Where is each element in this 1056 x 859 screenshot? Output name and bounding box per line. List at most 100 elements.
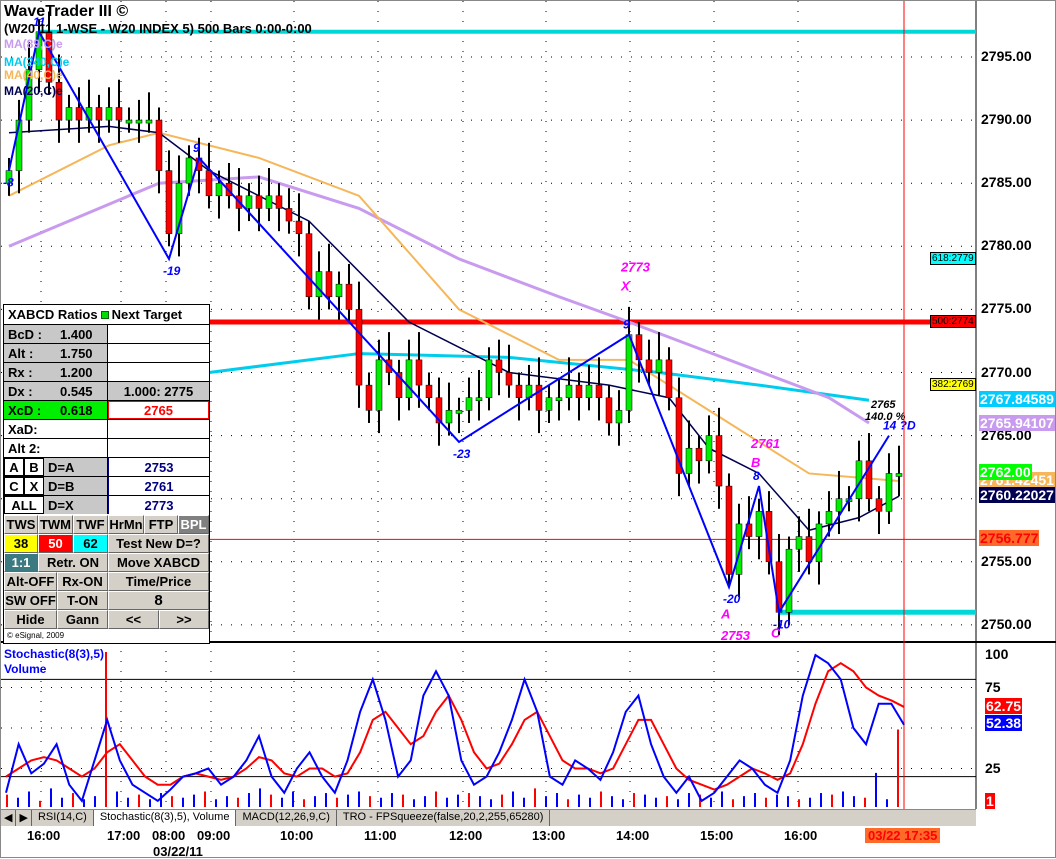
time-tick: 17:00 bbox=[107, 828, 141, 843]
tab-macd[interactable]: MACD(12,26,9,C) bbox=[236, 810, 337, 826]
candle-body bbox=[685, 447, 693, 474]
target-value: 2753 bbox=[108, 458, 209, 476]
date-label: 03/22/11 bbox=[153, 844, 203, 859]
ftp-button[interactable]: FTP bbox=[144, 515, 178, 534]
fib-38-button[interactable]: 38 bbox=[4, 534, 38, 553]
twf-button[interactable]: TWF bbox=[73, 515, 108, 534]
time-tick: 09:00 bbox=[197, 828, 231, 843]
scroll-right-button[interactable]: ▶ bbox=[16, 810, 32, 826]
candle-body bbox=[215, 182, 223, 197]
one-to-one-button[interactable]: 1:1 bbox=[4, 553, 38, 572]
bpl-button[interactable]: BPL bbox=[178, 515, 209, 534]
target-row: A B D=A 2753 bbox=[4, 457, 209, 476]
panel-title: XABCD Ratios bbox=[8, 307, 98, 322]
test-new-d-button[interactable]: Test New D=? bbox=[108, 534, 209, 553]
price-tick: 2775.00 bbox=[981, 300, 1032, 317]
time-tick: 12:00 bbox=[449, 828, 483, 843]
point-B-button[interactable]: B bbox=[24, 458, 44, 476]
candle-body bbox=[565, 384, 573, 398]
candle-body bbox=[615, 410, 623, 424]
tab-stochastic[interactable]: Stochastic(8(3),5), Volume bbox=[93, 810, 237, 826]
ratio-name: XaD: bbox=[8, 421, 38, 437]
ratio-row: Dx : 0.545 1.000: 2775 bbox=[4, 381, 209, 400]
candle-body bbox=[485, 359, 493, 398]
t-on-button[interactable]: T-ON bbox=[57, 591, 108, 610]
fib-level-label[interactable]: 382:2769 bbox=[930, 378, 976, 392]
price-tag: 2762.00 bbox=[979, 464, 1032, 481]
candle-body bbox=[265, 195, 273, 209]
stochastic-title: Stochastic(8(3),5) bbox=[4, 647, 105, 661]
candle-body bbox=[725, 485, 733, 575]
candle-body bbox=[835, 498, 843, 512]
candle-body bbox=[415, 359, 423, 386]
sw-off-button[interactable]: SW OFF bbox=[4, 591, 57, 610]
ma89-legend: MA(89,C)e bbox=[4, 37, 63, 51]
price-tag: 2767.84589 bbox=[979, 390, 1055, 407]
point-A-button[interactable]: A bbox=[4, 458, 24, 476]
swing-label: -23 bbox=[453, 447, 471, 461]
candle-body bbox=[425, 384, 433, 398]
swing-label: -8 bbox=[3, 176, 14, 190]
count-value[interactable]: 8 bbox=[108, 591, 209, 610]
hide-button[interactable]: Hide bbox=[4, 610, 57, 629]
tab-rsi[interactable]: RSI(14,C) bbox=[32, 810, 94, 826]
candle-body bbox=[885, 473, 893, 512]
copyright: © eSignal, 2009 bbox=[7, 631, 65, 640]
candle-body bbox=[645, 359, 653, 373]
tab-tro[interactable]: TRO - FPSqueeze(false,20,2,255,65280) bbox=[337, 810, 551, 826]
price-tick: 2750.00 bbox=[981, 615, 1032, 632]
pattern-point-label: 2753 bbox=[720, 628, 751, 643]
next-target-icon bbox=[100, 310, 109, 319]
price-tick: 2785.00 bbox=[981, 174, 1032, 191]
candle-body bbox=[115, 107, 123, 121]
point-C-button[interactable]: C bbox=[4, 477, 24, 495]
rx-on-button[interactable]: Rx-ON bbox=[57, 572, 108, 591]
candle-body bbox=[165, 170, 173, 234]
candle-body bbox=[365, 384, 373, 411]
gann-button[interactable]: Gann bbox=[57, 610, 108, 629]
stoch-d-value: 62.75 bbox=[985, 698, 1023, 714]
all-button[interactable]: ALL bbox=[4, 496, 44, 514]
scroll-left-button[interactable]: ◀ bbox=[1, 810, 17, 826]
prev-button[interactable]: << bbox=[108, 610, 159, 629]
candle-body bbox=[275, 195, 283, 209]
candle-body bbox=[875, 498, 883, 512]
fib-level-label[interactable]: 500:2774 bbox=[930, 315, 976, 329]
stoch-tick-25: 25 bbox=[985, 760, 1001, 776]
time-tick: 13:00 bbox=[532, 828, 566, 843]
retr-on-button[interactable]: Retr. ON bbox=[38, 553, 108, 572]
tws-button[interactable]: TWS bbox=[4, 515, 38, 534]
time-tick: 16:00 bbox=[27, 828, 61, 843]
candle-body bbox=[625, 334, 633, 411]
candle-body bbox=[575, 384, 583, 398]
point-X-button[interactable]: X bbox=[24, 477, 44, 495]
wavetrader-window: -8 11 -19 9 -23 9 -20 8 -10 14 ?D X 2773 B 2761 A 2753 C… bbox=[0, 0, 1056, 859]
price-tag: 2765.94107 bbox=[979, 414, 1055, 431]
time-tick: 08:00 bbox=[152, 828, 186, 843]
ratio-name: Rx : bbox=[8, 364, 33, 380]
fib-50-button[interactable]: 50 bbox=[38, 534, 73, 553]
indicator-tabs: ◀ ▶ RSI(14,C) Stochastic(8(3),5), Volume… bbox=[1, 809, 976, 826]
hrmn-button[interactable]: HrMn bbox=[108, 515, 144, 534]
move-xabcd-button[interactable]: Move XABCD bbox=[108, 553, 209, 572]
candle-body bbox=[245, 195, 253, 209]
candle-body bbox=[455, 410, 463, 414]
twm-button[interactable]: TWM bbox=[38, 515, 73, 534]
stoch-k-line bbox=[5, 653, 905, 804]
price-tick: 2755.00 bbox=[981, 552, 1032, 569]
next-button[interactable]: >> bbox=[159, 610, 209, 629]
alt-off-button[interactable]: Alt-OFF bbox=[4, 572, 57, 591]
candle-body bbox=[405, 359, 413, 398]
candle-body bbox=[785, 548, 793, 613]
time-price-button[interactable]: Time/Price bbox=[108, 572, 209, 591]
candle-body bbox=[825, 511, 833, 525]
fib-level-label[interactable]: 618:2779 bbox=[930, 251, 976, 265]
fib-62-button[interactable]: 62 bbox=[73, 534, 108, 553]
time-tick: 15:00 bbox=[700, 828, 734, 843]
candle-body bbox=[75, 107, 83, 121]
xabcd-panel: XABCD Ratios Next Target BcD :1.400 Alt :… bbox=[3, 304, 210, 644]
pattern-point-label: 2761 bbox=[750, 436, 780, 451]
candle-body bbox=[555, 397, 563, 401]
stoch-tick-100: 100 bbox=[985, 646, 1009, 662]
candle-body bbox=[325, 271, 333, 298]
